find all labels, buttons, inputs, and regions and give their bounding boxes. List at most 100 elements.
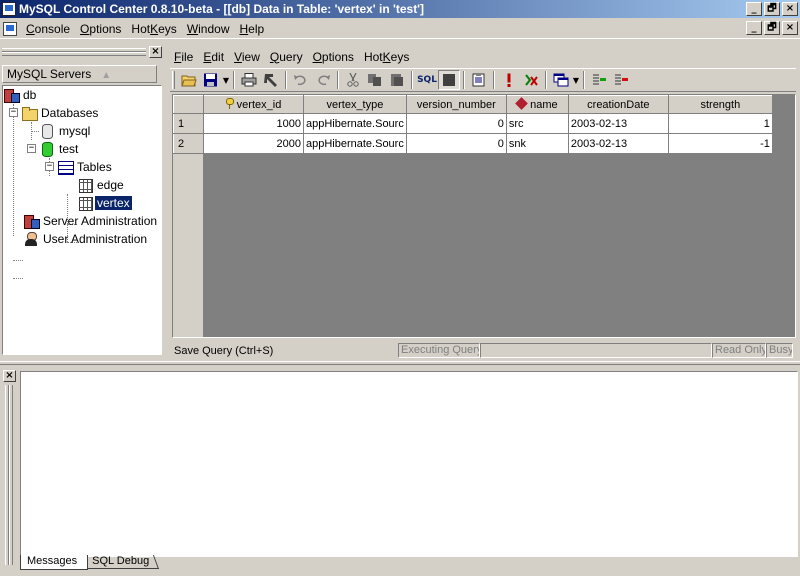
column-header[interactable]: name [505, 95, 569, 114]
collapse-tables-toggle[interactable]: − [45, 162, 54, 171]
row-number[interactable]: 2 [173, 133, 204, 154]
kill-query-button[interactable] [520, 70, 542, 90]
data-menu-bar: File Edit View Query Options HotKeys [166, 48, 414, 65]
messages-close-button[interactable]: × [3, 370, 16, 382]
save-button[interactable] [200, 70, 222, 90]
mdi-child-icon[interactable] [3, 21, 17, 36]
folder-icon [21, 105, 38, 121]
tree-node-db[interactable]: db [3, 86, 38, 104]
floppy-icon [204, 73, 217, 87]
menu-data-hotkeys[interactable]: HotKeys [359, 50, 414, 64]
horizontal-splitter[interactable] [0, 361, 800, 365]
server-tree: db − Databases mysql − test − Tables edg… [2, 85, 162, 355]
paste-icon [391, 74, 403, 86]
collapse-test-toggle[interactable]: − [27, 144, 36, 153]
menu-options[interactable]: Options [75, 22, 126, 36]
close-button[interactable]: × [782, 2, 798, 16]
stop-square-icon [443, 74, 455, 86]
cell-vertex-id[interactable]: 1000 [203, 113, 304, 134]
cell-name[interactable]: snk [506, 133, 569, 154]
user-admin-icon [23, 231, 39, 247]
menu-query[interactable]: Query [265, 50, 308, 64]
menu-window[interactable]: Window [182, 22, 235, 36]
tree-node-user-admin[interactable]: User Administration [23, 230, 149, 248]
mdi-minimize-button[interactable]: _ [746, 21, 762, 35]
server-admin-icon [23, 213, 40, 229]
cell-creation-date[interactable]: 2003-02-13 [568, 133, 669, 154]
panel-grip[interactable] [2, 46, 146, 58]
menu-data-options[interactable]: Options [308, 50, 359, 64]
previous-button[interactable] [260, 70, 282, 90]
row-number[interactable]: 1 [173, 113, 204, 134]
cell-creation-date[interactable]: 2003-02-13 [568, 113, 669, 134]
main-menu-bar: Console Options HotKeys Window Help _ 🗗 … [0, 19, 800, 39]
tab-messages[interactable]: Messages [20, 555, 89, 570]
toolbar-separator [411, 71, 413, 89]
delete-row-button[interactable] [610, 70, 632, 90]
cell-vertex-type[interactable]: appHibernate.Sourc [303, 133, 407, 154]
redo-icon [318, 75, 330, 86]
scissors-icon [347, 73, 359, 87]
menu-edit[interactable]: Edit [198, 50, 229, 64]
column-header[interactable]: version_number [405, 95, 507, 114]
tree-node-test[interactable]: test [39, 140, 80, 158]
insert-row-button[interactable] [588, 70, 610, 90]
restore-button[interactable]: 🗗 [764, 2, 780, 16]
layout-dropdown-icon[interactable]: ▼ [572, 76, 580, 85]
table-row[interactable]: 1 1000 appHibernate.Sourc 0 src 2003-02-… [173, 113, 773, 134]
tree-node-databases[interactable]: Databases [21, 104, 100, 122]
menu-view[interactable]: View [229, 50, 265, 64]
sort-arrow-icon: ▲ [101, 70, 112, 81]
corner-cell[interactable] [173, 95, 204, 114]
stop-button[interactable] [438, 70, 460, 90]
toolbar-separator [233, 71, 235, 89]
paste-button[interactable] [386, 70, 408, 90]
cut-button[interactable] [342, 70, 364, 90]
app-icon[interactable] [2, 2, 16, 16]
menu-help[interactable]: Help [235, 22, 270, 36]
tree-node-tables[interactable]: Tables [57, 158, 114, 176]
table-row[interactable]: 2 2000 appHibernate.Sourc 0 snk 2003-02-… [173, 133, 773, 154]
mdi-close-button[interactable]: × [782, 21, 798, 35]
menu-console[interactable]: Console [21, 22, 75, 36]
print-button[interactable] [238, 70, 260, 90]
copy-icon [368, 74, 381, 86]
panel-close-button[interactable]: × [149, 46, 162, 58]
cell-vertex-id[interactable]: 2000 [203, 133, 304, 154]
status-bar: Save Query (Ctrl+S) Executing Query Read… [170, 341, 796, 360]
sql-button[interactable]: SQL [416, 70, 438, 90]
redo-button[interactable] [312, 70, 334, 90]
cell-version-number[interactable]: 0 [406, 113, 507, 134]
window-layout-button[interactable] [550, 70, 572, 90]
cell-strength[interactable]: 1 [668, 113, 773, 134]
menu-file[interactable]: File [169, 50, 198, 64]
mdi-restore-button[interactable]: 🗗 [764, 21, 780, 35]
copy-button[interactable] [364, 70, 386, 90]
cell-name[interactable]: src [506, 113, 569, 134]
column-header[interactable]: creationDate [567, 95, 669, 114]
cell-strength[interactable]: -1 [668, 133, 773, 154]
column-header[interactable]: strength [667, 95, 773, 114]
cell-vertex-type[interactable]: appHibernate.Sourc [303, 113, 407, 134]
clipboard-button[interactable] [468, 70, 490, 90]
messages-panel: × Messages SQL Debug [0, 367, 800, 576]
tab-sql-debug[interactable]: SQL Debug [86, 555, 160, 569]
toolbar-grip[interactable] [172, 71, 175, 89]
tree-node-mysql[interactable]: mysql [39, 122, 92, 140]
servers-header[interactable]: MySQL Servers ▲ [2, 65, 157, 83]
column-header[interactable]: vertex_id [203, 95, 304, 114]
menu-hotkeys[interactable]: HotKeys [126, 22, 181, 36]
collapse-databases-toggle[interactable]: − [9, 108, 18, 117]
messages-area[interactable] [20, 371, 798, 557]
tree-node-server-admin[interactable]: Server Administration [23, 212, 159, 230]
tree-node-vertex[interactable]: vertex [77, 194, 132, 212]
column-header[interactable]: vertex_type [303, 95, 407, 114]
undo-button[interactable] [290, 70, 312, 90]
minimize-button[interactable]: _ [746, 2, 762, 16]
save-dropdown-icon[interactable]: ▼ [222, 76, 230, 85]
tree-node-edge[interactable]: edge [77, 176, 126, 194]
messages-grip[interactable] [3, 385, 15, 565]
open-button[interactable] [178, 70, 200, 90]
execute-button[interactable] [498, 70, 520, 90]
cell-version-number[interactable]: 0 [406, 133, 507, 154]
